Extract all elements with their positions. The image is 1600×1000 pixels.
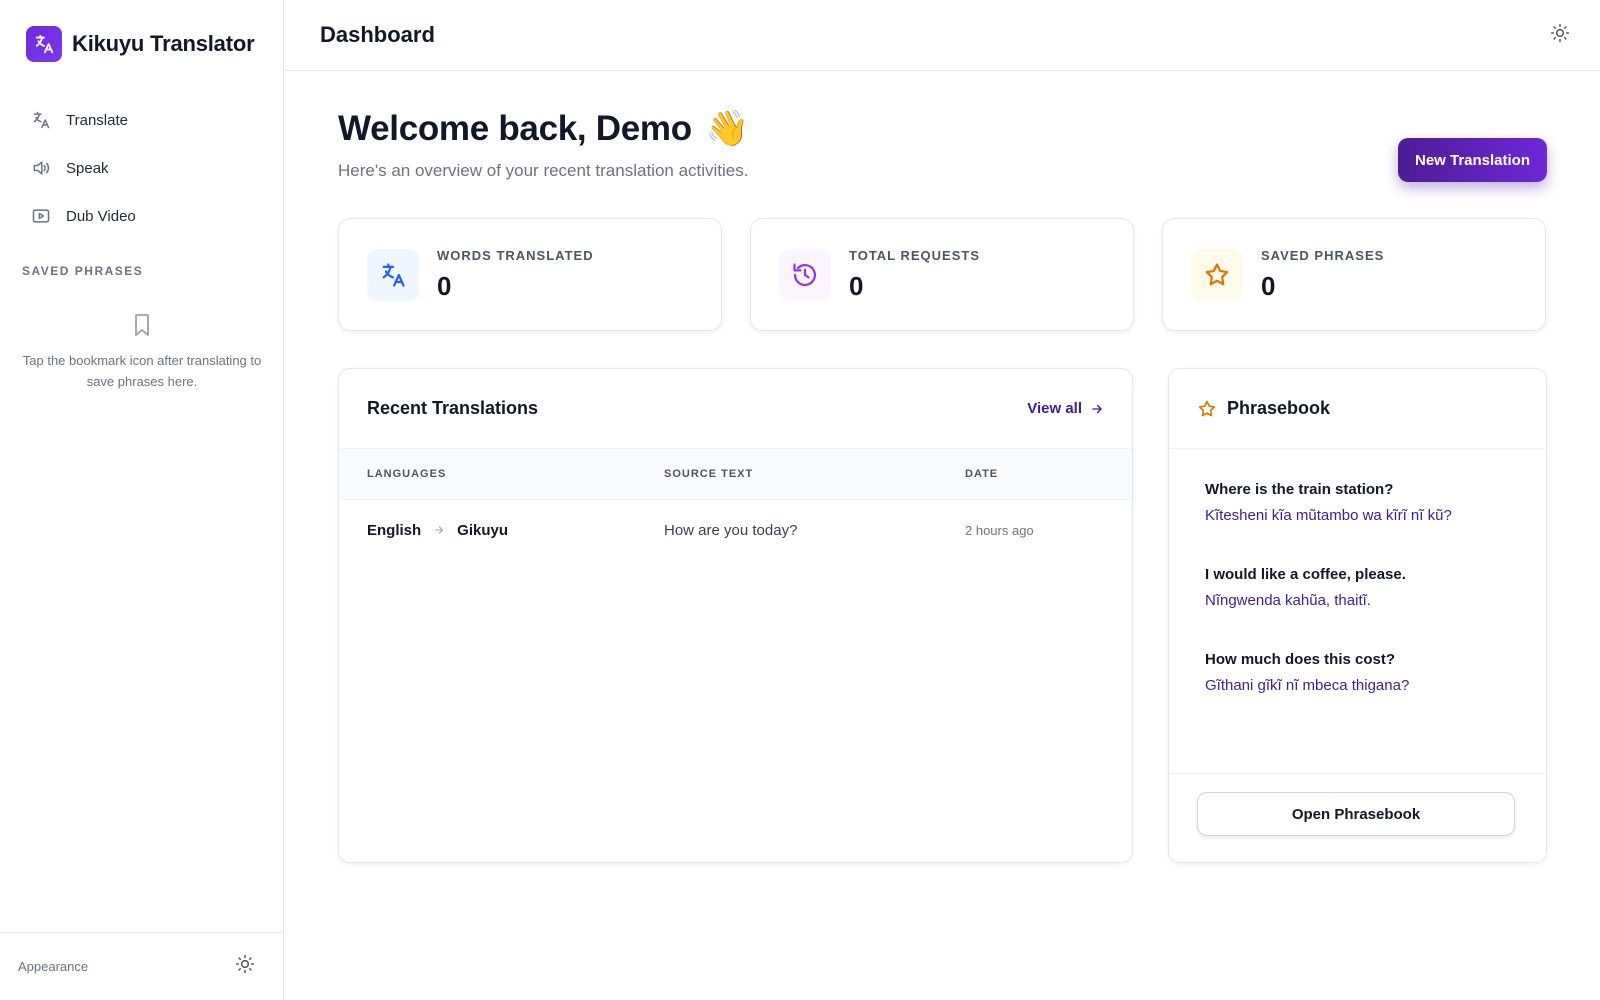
sidebar-item-label: Speak bbox=[66, 159, 109, 177]
arrow-right-icon bbox=[1092, 404, 1102, 413]
language-pair: English Gikuyu bbox=[367, 522, 508, 539]
phrase-english: Where is the train station? bbox=[1205, 481, 1394, 498]
video-icon bbox=[30, 205, 52, 227]
phrase-kikuyu: Nĩngwenda kahũa, thaitĩ. bbox=[1205, 592, 1371, 609]
welcome-heading: Welcome back, Demo 👋 bbox=[338, 108, 749, 149]
column-header-languages: LANGUAGES bbox=[367, 468, 447, 480]
sidebar-item-speak[interactable]: Speak bbox=[18, 144, 268, 192]
new-translation-button[interactable]: New Translation bbox=[1398, 138, 1547, 182]
stat-label: TOTAL REQUESTS bbox=[849, 247, 981, 263]
list-item[interactable]: I would like a coffee, please. Nĩngwenda… bbox=[1205, 566, 1510, 609]
phrase-kikuyu: Gĩthani gĩkĩ nĩ mbeca thigana? bbox=[1205, 677, 1410, 694]
column-header-date: DATE bbox=[965, 468, 999, 480]
phrase-english: How much does this cost? bbox=[1205, 651, 1396, 668]
stat-card-total-requests: TOTAL REQUESTS 0 bbox=[750, 218, 1134, 331]
sidebar-item-label: Dub Video bbox=[66, 207, 136, 225]
app-name: Kikuyu Translator bbox=[72, 31, 255, 56]
stat-label: WORDS TRANSLATED bbox=[437, 247, 594, 263]
waving-hand-icon: 👋 bbox=[705, 109, 750, 148]
sidebar-nav: Translate Speak Dub Video bbox=[18, 96, 268, 240]
panel-header: Recent Translations View all bbox=[339, 369, 1132, 449]
star-icon bbox=[1198, 400, 1216, 416]
target-language: Gikuyu bbox=[457, 521, 509, 539]
welcome-title: Welcome back, Demo bbox=[338, 108, 692, 148]
arrow-right-icon bbox=[435, 526, 444, 534]
sidebar-item-label: Translate bbox=[66, 111, 128, 129]
speaker-icon bbox=[30, 157, 52, 179]
saved-phrases-empty-state: Tap the bookmark icon after translating … bbox=[22, 312, 262, 392]
history-icon bbox=[779, 248, 831, 301]
phrasebook-panel: Phrasebook Where is the train station? K… bbox=[1168, 368, 1547, 863]
phrase-english: I would like a coffee, please. bbox=[1205, 566, 1406, 583]
recent-translations-panel: Recent Translations View all LANGUAGES S… bbox=[338, 368, 1133, 863]
view-all-label: View all bbox=[1027, 400, 1082, 417]
star-icon bbox=[1191, 248, 1243, 301]
bookmark-icon bbox=[135, 314, 149, 336]
welcome-subtitle: Here's an overview of your recent transl… bbox=[338, 161, 749, 180]
sidebar-item-dub-video[interactable]: Dub Video bbox=[18, 192, 268, 240]
open-phrasebook-button[interactable]: Open Phrasebook bbox=[1197, 792, 1515, 836]
stat-label: SAVED PHRASES bbox=[1261, 247, 1385, 263]
translation-date: 2 hours ago bbox=[965, 522, 1034, 538]
welcome-section: Welcome back, Demo 👋 Here's an overview … bbox=[338, 108, 749, 181]
stat-value: 0 bbox=[849, 270, 864, 301]
view-all-link[interactable]: View all bbox=[1027, 400, 1104, 417]
translate-logo-icon bbox=[26, 26, 62, 62]
sidebar: Kikuyu Translator Translate Speak Dub Vi… bbox=[0, 0, 284, 1000]
page-title: Dashboard bbox=[320, 22, 435, 47]
phrase-list: Where is the train station? Kĩtesheni kĩ… bbox=[1169, 449, 1546, 774]
saved-phrases-hint: Tap the bookmark icon after translating … bbox=[22, 353, 262, 389]
sidebar-footer: Appearance bbox=[0, 932, 283, 1000]
table-row[interactable]: English Gikuyu How are you today? 2 hour… bbox=[339, 500, 1132, 560]
table-header: LANGUAGES SOURCE TEXT DATE bbox=[339, 449, 1132, 500]
phrasebook-title: Phrasebook bbox=[1227, 398, 1331, 418]
list-item[interactable]: Where is the train station? Kĩtesheni kĩ… bbox=[1205, 481, 1510, 524]
phrase-kikuyu: Kĩtesheni kĩa mũtambo wa kĩrĩ nĩ kũ? bbox=[1205, 507, 1452, 524]
translate-icon bbox=[30, 109, 52, 131]
saved-phrases-heading: SAVED PHRASES bbox=[22, 264, 144, 278]
stat-card-saved-phrases: SAVED PHRASES 0 bbox=[1162, 218, 1546, 331]
source-language: English bbox=[367, 521, 422, 539]
column-header-source-text: SOURCE TEXT bbox=[664, 468, 754, 480]
theme-toggle-sun-icon[interactable] bbox=[1550, 23, 1570, 48]
translate-icon bbox=[367, 248, 419, 301]
list-item[interactable]: How much does this cost? Gĩthani gĩkĩ nĩ… bbox=[1205, 651, 1510, 694]
stat-value: 0 bbox=[1261, 270, 1276, 301]
stat-card-words-translated: WORDS TRANSLATED 0 bbox=[338, 218, 722, 331]
brand[interactable]: Kikuyu Translator bbox=[26, 26, 255, 62]
panel-header: Phrasebook bbox=[1169, 369, 1546, 449]
top-header: Dashboard bbox=[284, 0, 1600, 71]
sun-icon[interactable] bbox=[235, 954, 255, 979]
sidebar-item-translate[interactable]: Translate bbox=[18, 96, 268, 144]
source-text: How are you today? bbox=[664, 521, 798, 539]
appearance-label: Appearance bbox=[18, 959, 89, 974]
stat-value: 0 bbox=[437, 270, 452, 301]
recent-translations-title: Recent Translations bbox=[367, 398, 539, 418]
